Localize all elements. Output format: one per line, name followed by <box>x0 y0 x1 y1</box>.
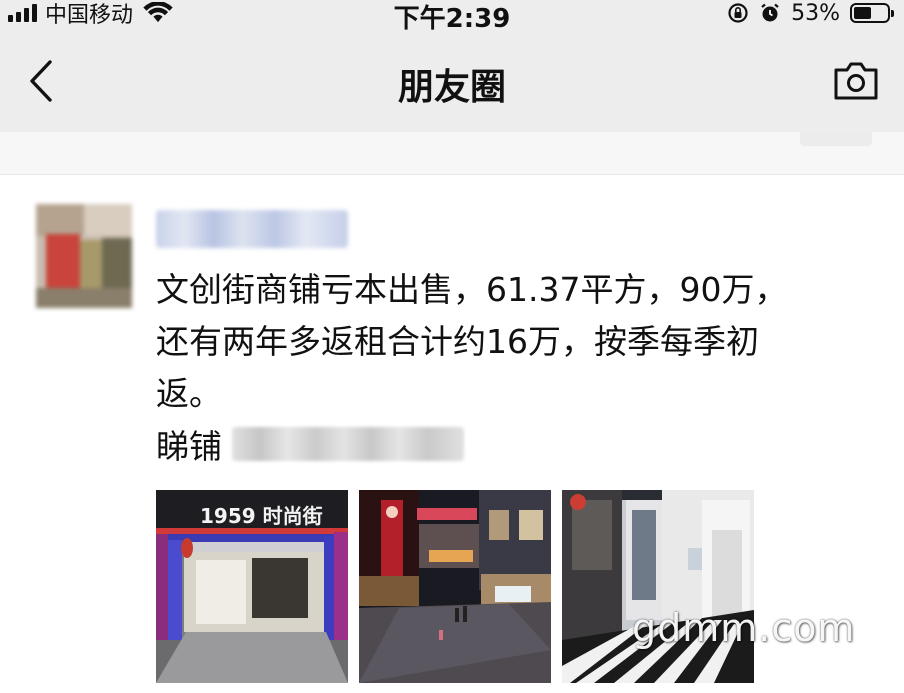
previous-post-fragment <box>0 132 904 174</box>
nav-bar: 朋友圈 <box>0 30 904 132</box>
status-right: 53% <box>727 0 894 26</box>
post-text-line: 返。 <box>156 374 222 413</box>
post-photo-1[interactable]: 1959 时尚街 <box>156 490 348 683</box>
watermark: gdmm.com <box>632 606 856 650</box>
page-title: 朋友圈 <box>397 67 506 108</box>
camera-icon[interactable] <box>832 60 880 102</box>
post-text: 文创街商铺亏本出售，61.37平方，90万， 还有两年多返租合计约16万，按季每… <box>156 264 876 420</box>
rotation-lock-icon <box>728 3 748 23</box>
previous-post-action <box>800 132 872 146</box>
contact-number-redacted <box>232 427 464 461</box>
battery-percentage: 53% <box>791 0 840 26</box>
post-text-line: 文创街商铺亏本出售，61.37平方，90万， <box>156 270 788 309</box>
contact-label: 睇铺 <box>156 427 222 466</box>
contact-line: 睇铺 <box>156 418 464 470</box>
status-bar: 中国移动 下午2:39 53% <box>0 0 904 34</box>
author-name-redacted[interactable] <box>156 210 348 248</box>
battery-fill <box>854 7 871 19</box>
post-text-line: 还有两年多返租合计约16万，按季每季初 <box>156 322 759 361</box>
battery-icon <box>850 3 894 23</box>
post-photo-2[interactable] <box>359 490 551 683</box>
photo-sign-text: 1959 时尚街 <box>200 504 323 528</box>
divider <box>0 174 904 175</box>
post-photo-3[interactable] <box>562 490 754 683</box>
avatar[interactable] <box>36 204 132 308</box>
alarm-icon <box>761 3 779 22</box>
